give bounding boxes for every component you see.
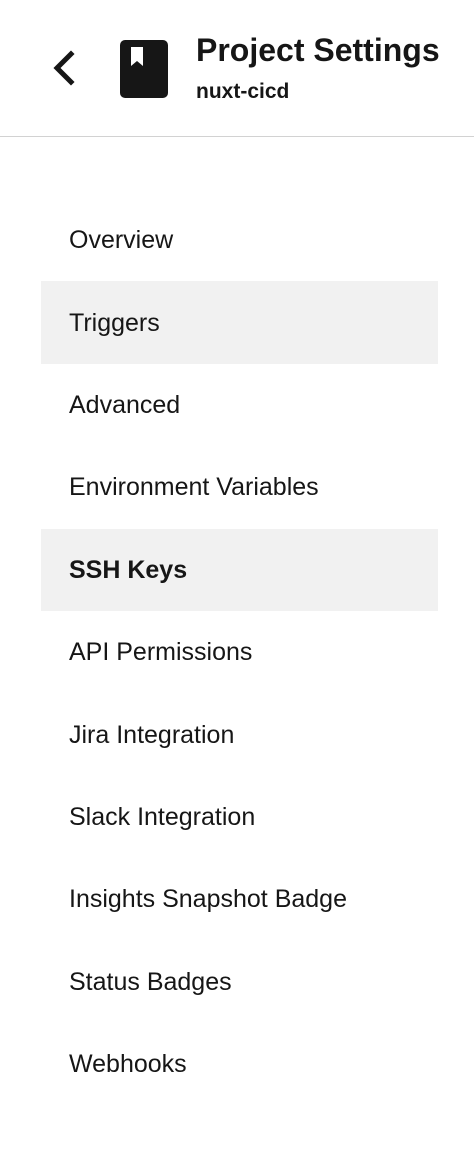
nav-item-label: SSH Keys (69, 555, 188, 584)
nav-item-environment-variables[interactable]: Environment Variables (41, 446, 438, 528)
nav-item-label: Insights Snapshot Badge (69, 885, 347, 914)
nav-item-label: Overview (69, 226, 174, 255)
back-button[interactable] (40, 42, 88, 94)
chevron-left-icon (53, 50, 75, 86)
nav-item-overview[interactable]: Overview (41, 199, 438, 281)
nav-item-label: Advanced (69, 390, 181, 419)
nav-item-webhooks[interactable]: Webhooks (41, 1023, 438, 1105)
project-settings-page: Project Settings nuxt-cicd Overview Trigg… (0, 0, 474, 1159)
project-name: nuxt-cicd (196, 80, 290, 103)
nav-item-insights-snapshot-badge[interactable]: Insights Snapshot Badge (41, 858, 438, 940)
nav-item-label: Slack Integration (69, 802, 256, 831)
nav-item-label: Status Badges (69, 967, 232, 996)
nav-item-jira-integration[interactable]: Jira Integration (41, 693, 438, 775)
nav-item-label: Webhooks (69, 1050, 187, 1079)
nav-item-label: Triggers (69, 308, 160, 337)
settings-nav: Overview Triggers Advanced Environment Vari… (41, 199, 438, 1105)
nav-item-triggers[interactable]: Triggers (41, 281, 438, 364)
nav-item-label: Environment Variables (69, 473, 319, 502)
nav-item-status-badges[interactable]: Status Badges (41, 941, 438, 1023)
nav-item-ssh-keys[interactable]: SSH Keys (41, 528, 438, 611)
page-title: Project Settings (196, 32, 440, 68)
nav-item-advanced[interactable]: Advanced (41, 364, 438, 446)
header: Project Settings nuxt-cicd (0, 0, 474, 137)
nav-item-api-permissions[interactable]: API Permissions (41, 611, 438, 693)
bookmark-book-icon (120, 40, 168, 98)
nav-item-label: Jira Integration (69, 720, 235, 749)
nav-item-label: API Permissions (69, 638, 253, 667)
header-titles: Project Settings nuxt-cicd (196, 30, 440, 106)
nav-item-slack-integration[interactable]: Slack Integration (41, 776, 438, 858)
